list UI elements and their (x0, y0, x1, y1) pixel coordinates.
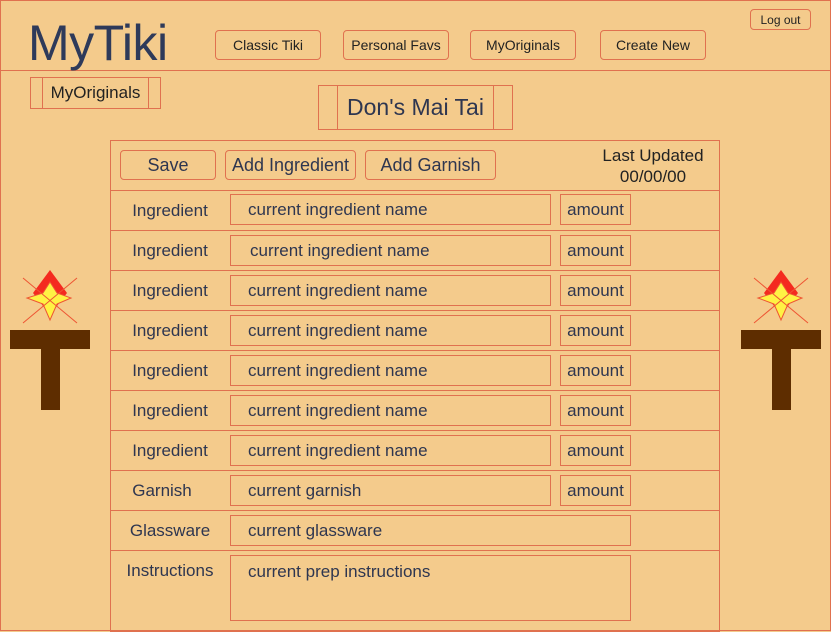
ingredient-name-field[interactable]: current ingredient name (230, 275, 551, 306)
garnish-field[interactable]: current garnish (230, 475, 551, 506)
nav-classic-tiki-button[interactable]: Classic Tiki (215, 30, 321, 60)
ingredient-label: Ingredient (132, 441, 208, 460)
ingredient-amount-field[interactable]: amount (560, 395, 631, 426)
ingredient-amount-field[interactable]: amount (560, 194, 631, 225)
save-button[interactable]: Save (120, 150, 216, 180)
last-updated-label: Last Updated (602, 146, 704, 165)
ingredient-label: Ingredient (132, 361, 208, 380)
garnish-label: Garnish (132, 481, 192, 500)
ingredient-amount-field[interactable]: amount (560, 435, 631, 466)
ingredient-label: Ingredient (132, 281, 208, 300)
logout-button[interactable]: Log out (750, 9, 811, 30)
nav-create-new-button[interactable]: Create New (600, 30, 706, 60)
nav-personal-favs-button[interactable]: Personal Favs (343, 30, 449, 60)
ingredient-label: Ingredient (132, 201, 208, 220)
ingredient-name-field[interactable]: current ingredient name (230, 194, 551, 225)
ingredient-name-field[interactable]: current ingredient name (230, 235, 551, 266)
ingredient-amount-field[interactable]: amount (560, 355, 631, 386)
recipe-title: Don's Mai Tai (318, 85, 513, 130)
ingredient-name-field[interactable]: current ingredient name (230, 435, 551, 466)
glassware-field[interactable]: current glassware (230, 515, 631, 546)
tiki-torch-icon (741, 270, 821, 410)
instructions-label: Instructions (126, 561, 214, 580)
nav-myoriginals-button[interactable]: MyOriginals (470, 30, 576, 60)
app-logo: MyTiki (28, 15, 168, 71)
ingredient-amount-field[interactable]: amount (560, 275, 631, 306)
instructions-textarea[interactable]: current prep instructions (230, 555, 631, 621)
tiki-torch-icon (10, 270, 90, 410)
ingredient-name-field[interactable]: current ingredient name (230, 395, 551, 426)
last-updated-value: 00/00/00 (619, 167, 687, 186)
breadcrumb[interactable]: MyOriginals (30, 77, 161, 109)
ingredient-name-field[interactable]: current ingredient name (230, 315, 551, 346)
garnish-amount-field[interactable]: amount (560, 475, 631, 506)
ingredient-label: Ingredient (132, 401, 208, 420)
add-ingredient-button[interactable]: Add Ingredient (225, 150, 356, 180)
ingredient-name-field[interactable]: current ingredient name (230, 355, 551, 386)
glassware-label: Glassware (129, 521, 211, 540)
add-garnish-button[interactable]: Add Garnish (365, 150, 496, 180)
ingredient-amount-field[interactable]: amount (560, 315, 631, 346)
ingredient-label: Ingredient (132, 241, 208, 260)
ingredient-amount-field[interactable]: amount (560, 235, 631, 266)
ingredient-label: Ingredient (132, 321, 208, 340)
last-updated: Last Updated 00/00/00 (588, 145, 718, 187)
